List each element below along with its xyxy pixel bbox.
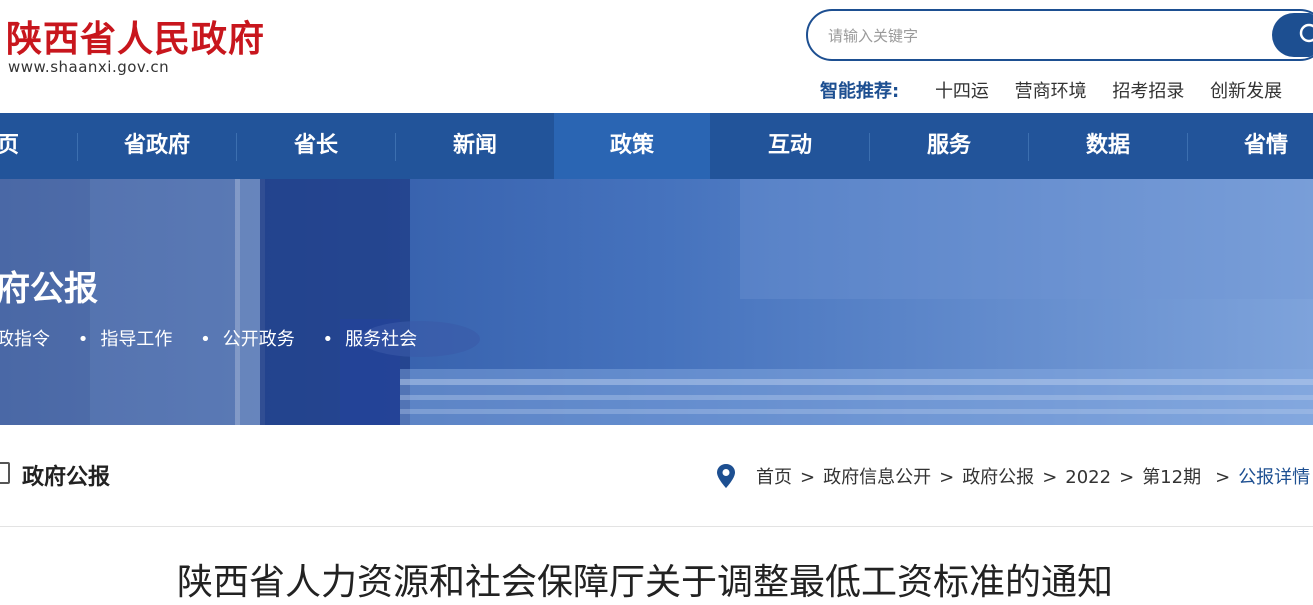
banner-link[interactable]: • 服务社会 bbox=[322, 325, 417, 351]
smart-recommend: 智能推荐: 十四运 营商环境 招考招录 创新发展 bbox=[820, 77, 1302, 103]
site-logo-title[interactable]: 陕西省人民政府 bbox=[6, 10, 265, 62]
bullet-icon: • bbox=[200, 329, 211, 350]
bullet-icon: • bbox=[322, 329, 334, 350]
breadcrumb-separator: > bbox=[1215, 467, 1231, 488]
section-title: 政府公报 bbox=[22, 465, 111, 490]
breadcrumb-bar: 政府公报 首页 > 政府信息公开 > 政府公报 >2022 > 第12期 > 公报详情 bbox=[0, 425, 1313, 527]
document-icon bbox=[0, 462, 10, 484]
search-button[interactable] bbox=[1272, 13, 1313, 57]
breadcrumb-separator: > bbox=[939, 467, 955, 488]
recommend-item[interactable]: 招考招录 bbox=[1112, 77, 1184, 103]
nav-item-service[interactable]: 服务 bbox=[870, 113, 1028, 179]
banner-link-label: 政指令 bbox=[0, 329, 50, 350]
banner-links: 政指令 • 指导工作 • 公开政务 • 服务社会 bbox=[0, 325, 439, 351]
location-pin-icon bbox=[717, 464, 735, 488]
nav-item-interaction[interactable]: 互动 bbox=[711, 113, 869, 179]
nav-item-province[interactable]: 省情 bbox=[1188, 113, 1313, 179]
search-box bbox=[806, 9, 1313, 61]
banner-link[interactable]: • 指导工作 bbox=[78, 325, 173, 351]
breadcrumb-separator: > bbox=[800, 467, 816, 488]
breadcrumb-item[interactable]: 政府信息公开 bbox=[823, 463, 931, 489]
banner-link-label: 公开政务 bbox=[222, 329, 295, 350]
site-url: www.shaanxi.gov.cn bbox=[8, 58, 170, 76]
banner: 府公报 政指令 • 指导工作 • 公开政务 • 服务社会 bbox=[0, 179, 1313, 425]
nav-item-government[interactable]: 省政府 bbox=[78, 113, 236, 179]
bullet-icon: • bbox=[77, 329, 89, 350]
recommend-item[interactable]: 十四运 bbox=[935, 77, 989, 103]
banner-background-image bbox=[0, 179, 1313, 425]
recommend-label: 智能推荐: bbox=[820, 81, 900, 102]
nav-item-home[interactable]: 页 bbox=[0, 113, 76, 179]
nav-item-news[interactable]: 新闻 bbox=[396, 113, 554, 179]
breadcrumb-separator: > bbox=[1119, 467, 1135, 488]
banner-title: 府公报 bbox=[0, 269, 98, 309]
recommend-item[interactable]: 创新发展 bbox=[1210, 77, 1282, 103]
breadcrumb-current: 公报详情 bbox=[1238, 467, 1311, 488]
nav-item-policy[interactable]: 政策 bbox=[554, 113, 710, 179]
breadcrumb-item[interactable]: 首页 bbox=[756, 463, 792, 489]
banner-link[interactable]: 政指令 bbox=[0, 325, 50, 351]
site-header: 陕西省人民政府 www.shaanxi.gov.cn 智能推荐: 十四运 营商环… bbox=[0, 0, 1313, 113]
breadcrumb: 首页 > 政府信息公开 > 政府公报 >2022 > 第12期 > 公报详情 bbox=[756, 463, 1310, 489]
banner-link[interactable]: • 公开政务 bbox=[200, 325, 295, 351]
breadcrumb-separator: > bbox=[1042, 467, 1058, 488]
breadcrumb-item[interactable]: 第12期 bbox=[1142, 463, 1201, 489]
search-input[interactable] bbox=[828, 24, 1248, 48]
main-nav: 页 省政府 省长 新闻 政策 互动 服务 数据 省情 bbox=[0, 113, 1313, 179]
banner-link-label: 服务社会 bbox=[345, 329, 418, 350]
breadcrumb-item[interactable]: 2022 bbox=[1065, 467, 1111, 488]
nav-item-governor[interactable]: 省长 bbox=[237, 113, 395, 179]
article-title: 陕西省人力资源和社会保障厅关于调整最低工资标准的通知 bbox=[176, 562, 1113, 603]
breadcrumb-item[interactable]: 政府公报 bbox=[962, 463, 1034, 489]
search-icon bbox=[1299, 23, 1313, 43]
recommend-item[interactable]: 营商环境 bbox=[1015, 77, 1087, 103]
banner-link-label: 指导工作 bbox=[100, 329, 173, 350]
nav-item-data[interactable]: 数据 bbox=[1029, 113, 1187, 179]
